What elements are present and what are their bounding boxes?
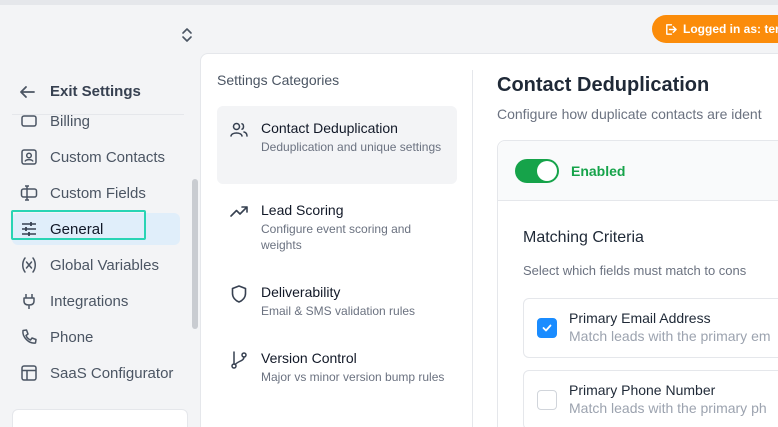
category-desc: Major vs minor version bump rules (261, 370, 445, 384)
sidebar-item-custom-contacts[interactable]: Custom Contacts (12, 141, 180, 173)
sidebar-item-label: Global Variables (50, 256, 159, 274)
top-border (0, 0, 778, 5)
enable-row: Enabled (498, 141, 778, 201)
page-title: Contact Deduplication (497, 74, 710, 96)
layout-icon (20, 364, 38, 382)
trending-up-icon (229, 202, 249, 222)
criteria-primary-phone[interactable]: Primary Phone Number Match leads with th… (523, 370, 778, 427)
top-bar: Logged in as: ter (0, 0, 778, 53)
exit-settings-button[interactable]: Exit Settings (18, 83, 141, 100)
logged-in-label: Logged in as: ter (683, 22, 778, 36)
sidebar-item-phone[interactable]: Phone (12, 321, 180, 353)
variable-icon (20, 256, 38, 274)
category-desc: Configure event scoring and weights (261, 222, 412, 252)
category-desc: Email & SMS validation rules (261, 304, 416, 318)
sidebar-item-label: SaaS Configurator (50, 364, 174, 382)
sidebar-item-label: Phone (50, 328, 94, 346)
category-desc: Deduplication and unique settings (261, 140, 442, 154)
criteria-primary-email[interactable]: Primary Email Address Match leads with t… (523, 298, 778, 358)
phone-icon (20, 328, 38, 346)
page-subtitle: Configure how duplicate contacts are ide… (497, 106, 762, 122)
enabled-toggle[interactable] (515, 159, 559, 183)
matching-criteria-heading: Matching Criteria (523, 229, 644, 246)
custom-field-icon (20, 184, 38, 202)
categories-heading: Settings Categories (217, 72, 340, 88)
category-version-control[interactable]: Version Control Major vs minor version b… (217, 336, 457, 414)
contact-card-icon (20, 148, 38, 166)
settings-sidebar: Exit Settings Billing Custom Contacts Cu… (0, 53, 200, 427)
criteria-name: Primary Phone Number (569, 382, 716, 398)
git-branch-icon (229, 350, 249, 370)
matching-criteria-subtitle: Select which fields must match to cons (523, 263, 747, 278)
sidebar-nav: Billing Custom Contacts Custom Fields Ge… (0, 115, 192, 401)
sidebar-item-custom-fields[interactable]: Custom Fields (12, 177, 180, 209)
chevron-up-down-icon[interactable] (180, 26, 194, 44)
category-name: Lead Scoring (261, 202, 344, 218)
sidebar-item-label: Integrations (50, 292, 129, 310)
sidebar-item-label: General (50, 220, 104, 238)
arrow-left-icon (20, 85, 35, 98)
sidebar-scrollbar[interactable] (192, 179, 198, 329)
criteria-desc: Match leads with the primary ph (569, 400, 767, 416)
shield-icon (229, 284, 249, 304)
category-contact-deduplication[interactable]: Contact Deduplication Deduplication and … (217, 106, 457, 184)
checkbox[interactable] (537, 390, 557, 410)
logout-icon (666, 23, 677, 35)
sidebar-item-saas-configurator[interactable]: SaaS Configurator (12, 357, 180, 389)
plug-icon (20, 292, 38, 310)
toggle-label: Enabled (571, 163, 626, 179)
sidebar-item-integrations[interactable]: Integrations (12, 285, 180, 317)
sidebar-item-global-variables[interactable]: Global Variables (12, 249, 180, 281)
category-lead-scoring[interactable]: Lead Scoring Configure event scoring and… (217, 188, 457, 266)
sliders-icon (20, 220, 38, 238)
users-icon (229, 120, 249, 140)
category-deliverability[interactable]: Deliverability Email & SMS validation ru… (217, 270, 457, 336)
toggle-knob (537, 161, 557, 181)
dedup-settings-card: Enabled Matching Criteria Select which f… (497, 140, 778, 427)
category-name: Version Control (261, 350, 357, 366)
criteria-name: Primary Email Address (569, 310, 711, 326)
criteria-desc: Match leads with the primary em (569, 328, 771, 344)
category-name: Deliverability (261, 284, 341, 300)
exit-settings-label: Exit Settings (50, 83, 141, 100)
billing-icon (20, 115, 38, 130)
sidebar-item-label: Custom Fields (50, 184, 146, 202)
panel-divider (472, 70, 473, 427)
settings-main-panel: Settings Categories Contact Deduplicatio… (200, 53, 778, 427)
sidebar-item-label: Billing (50, 115, 91, 130)
check-icon (542, 324, 552, 332)
category-name: Contact Deduplication (261, 120, 398, 136)
checkbox[interactable] (537, 318, 557, 338)
sidebar-item-general[interactable]: General (12, 213, 180, 245)
logged-in-badge[interactable]: Logged in as: ter (652, 15, 778, 43)
sidebar-item-label: Custom Contacts (50, 148, 166, 166)
sidebar-item-billing[interactable]: Billing (12, 115, 180, 137)
sidebar-footer-card[interactable] (12, 409, 188, 427)
